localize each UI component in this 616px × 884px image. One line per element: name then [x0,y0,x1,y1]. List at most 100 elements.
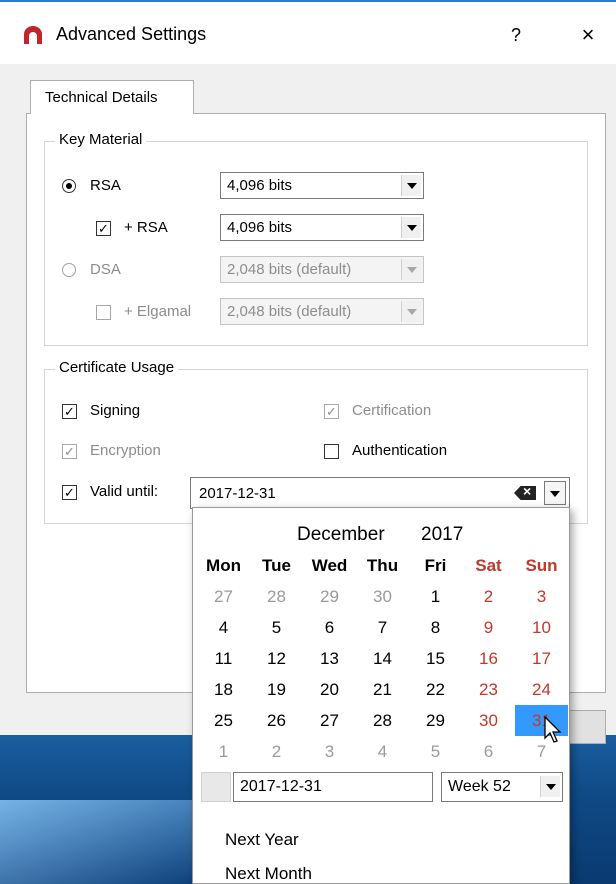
chevron-down-icon [540,776,560,797]
calendar-year[interactable]: 2017 [421,524,463,546]
title-bar[interactable]: Advanced Settings ? × [0,2,616,64]
calendar-day[interactable]: 17 [515,643,568,674]
next-year-link[interactable]: Next Year [225,830,299,850]
calendar-day[interactable]: 8 [409,612,462,643]
calendar-date-field[interactable]: 2017-12-31 [233,772,433,802]
signing-checkbox[interactable]: ✓ [62,404,77,419]
rsa-sub-label: + RSA [124,219,168,236]
calendar-day[interactable]: 20 [303,674,356,705]
dsa-radio[interactable] [62,263,76,277]
weekday-header: Fri [424,556,447,575]
certification-label: Certification [352,402,432,419]
rsa-radio[interactable] [62,179,76,193]
calendar-day[interactable]: 29 [409,705,462,736]
calendar-day-other-month[interactable]: 4 [356,736,409,767]
rsa-bits-value: 4,096 bits [227,177,293,194]
calendar-week-value: Week 52 [448,778,511,795]
calendar-day-other-month[interactable]: 3 [303,736,356,767]
calendar-day[interactable]: 3 [515,581,568,612]
signing-label: Signing [90,402,141,419]
elgamal-bits-select[interactable]: 2,048 bits (default) [220,298,424,325]
calendar-day[interactable]: 5 [250,612,303,643]
chevron-down-icon [401,217,421,238]
calendar-day[interactable]: 28 [356,705,409,736]
weekday-header: Thu [366,556,399,575]
calendar-day[interactable]: 14 [356,643,409,674]
key-material-title: Key Material [55,131,147,148]
calendar-day[interactable]: 24 [515,674,568,705]
authentication-label: Authentication [352,442,448,459]
help-button[interactable]: ? [500,18,532,52]
date-dropdown-button[interactable] [544,481,566,505]
encryption-checkbox[interactable]: ✓ [62,444,77,459]
calendar-day[interactable]: 10 [515,612,568,643]
dsa-bits-select[interactable]: 2,048 bits (default) [220,256,424,283]
calendar-day-other-month[interactable]: 30 [356,581,409,612]
valid-until-checkbox[interactable]: ✓ [62,485,77,500]
calendar-day-other-month[interactable]: 1 [197,736,250,767]
calendar-day-other-month[interactable]: 2 [250,736,303,767]
valid-until-label: Valid until: [90,483,159,500]
calendar-day[interactable]: 26 [250,705,303,736]
dsa-label: DSA [90,261,121,278]
calendar-month[interactable]: December [297,524,385,546]
elgamal-checkbox[interactable] [96,305,111,320]
calendar-grid: Mon Tue Wed Thu Fri Sat Sun 27 28 29 30 1 2 3 4 5 6 7 8 9 10… [197,550,568,767]
weekday-header: Tue [262,556,291,575]
mouse-cursor-icon [544,716,562,743]
calendar-day[interactable]: 1 [409,581,462,612]
calendar-day-other-month[interactable]: 29 [303,581,356,612]
calendar-day[interactable]: 19 [250,674,303,705]
calendar-today-button[interactable] [201,772,231,802]
tab-label: Technical Details [45,89,158,106]
calendar-day[interactable]: 23 [462,674,515,705]
valid-until-date-input[interactable]: 2017-12-31 [190,477,570,509]
tab-technical-details[interactable]: Technical Details [30,80,194,114]
chevron-down-icon [401,175,421,196]
next-month-link[interactable]: Next Month [225,864,312,884]
calendar-date-value: 2017-12-31 [240,778,322,795]
weekday-header: Sat [475,556,502,575]
calendar-day-other-month[interactable]: 5 [409,736,462,767]
calendar-day[interactable]: 25 [197,705,250,736]
window-title: Advanced Settings [56,24,207,44]
rsa-sub-bits-select[interactable]: 4,096 bits [220,214,424,241]
weekday-header: Mon [206,556,241,575]
calendar-day[interactable]: 27 [303,705,356,736]
elgamal-label: + Elgamal [124,303,192,320]
calendar-day[interactable]: 13 [303,643,356,674]
calendar-day[interactable]: 4 [197,612,250,643]
app-logo-icon [24,26,42,44]
calendar-week-select[interactable]: Week 52 [441,772,563,802]
rsa-sub-checkbox[interactable]: ✓ [96,221,111,236]
calendar-day[interactable]: 21 [356,674,409,705]
chevron-down-icon [401,259,421,280]
certification-checkbox[interactable]: ✓ [324,404,339,419]
calendar-day[interactable]: 15 [409,643,462,674]
rsa-sub-bits-value: 4,096 bits [227,219,293,236]
close-button[interactable]: × [568,18,608,52]
dialog-button-partial[interactable] [568,710,606,744]
calendar-day-other-month[interactable]: 28 [250,581,303,612]
valid-until-date-value: 2017-12-31 [199,485,276,502]
calendar-day[interactable]: 9 [462,612,515,643]
calendar-day[interactable]: 16 [462,643,515,674]
encryption-label: Encryption [90,442,161,459]
calendar-day[interactable]: 22 [409,674,462,705]
dsa-bits-value: 2,048 bits (default) [227,261,352,278]
calendar-day[interactable]: 18 [197,674,250,705]
calendar-day-other-month[interactable]: 27 [197,581,250,612]
calendar-day-other-month[interactable]: 6 [462,736,515,767]
calendar-day[interactable]: 7 [356,612,409,643]
calendar-day[interactable]: 11 [197,643,250,674]
calendar-day[interactable]: 30 [462,705,515,736]
calendar-day[interactable]: 12 [250,643,303,674]
rsa-bits-select[interactable]: 4,096 bits [220,172,424,199]
desktop-highlight [0,800,200,884]
calendar-day[interactable]: 6 [303,612,356,643]
authentication-checkbox[interactable] [324,444,339,459]
calendar-day[interactable]: 2 [462,581,515,612]
weekday-header: Wed [311,556,348,575]
chevron-down-icon [401,301,421,322]
rsa-label: RSA [90,177,121,194]
